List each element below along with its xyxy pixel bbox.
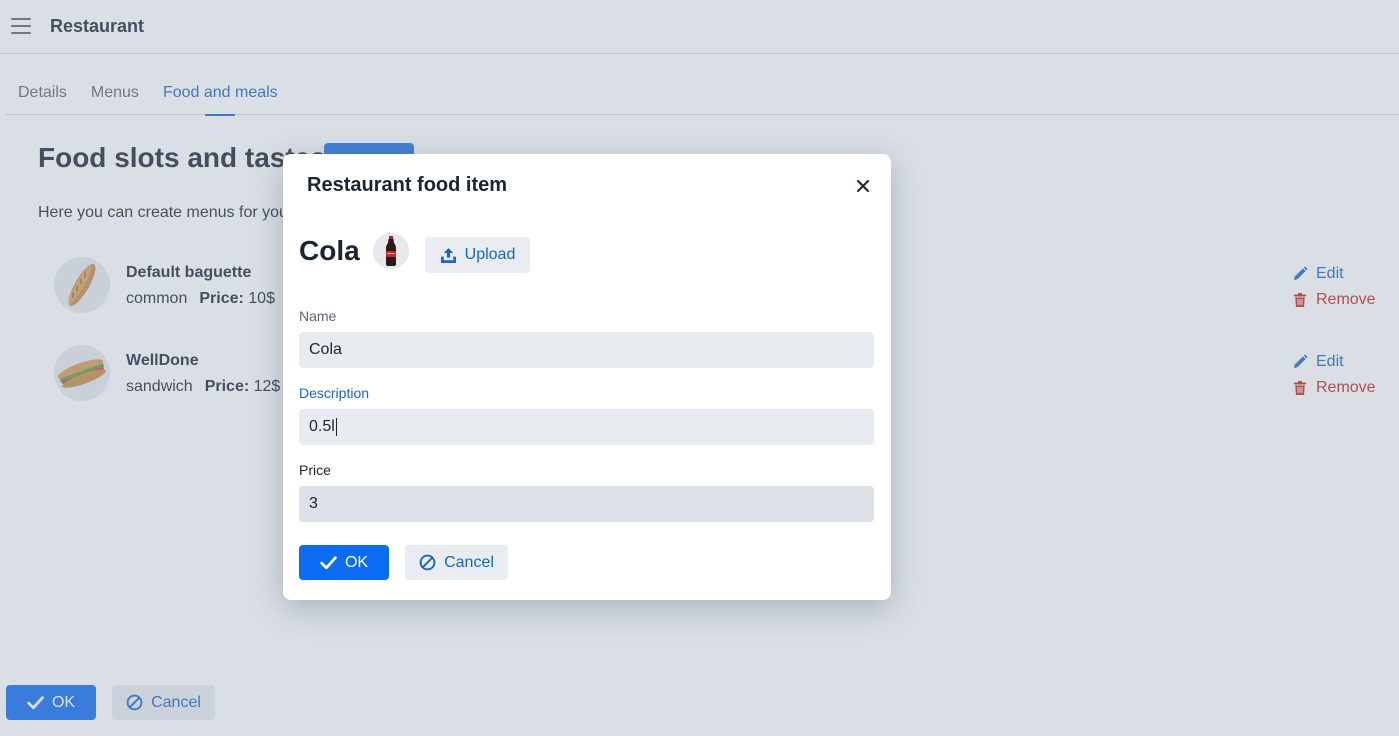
price-field: Price 3: [299, 462, 874, 522]
cancel-label: Cancel: [444, 553, 494, 571]
name-label: Name: [299, 308, 337, 324]
food-item-dialog: Restaurant food item Cola Upload Name Co…: [283, 154, 891, 600]
price-input[interactable]: 3: [299, 486, 874, 522]
upload-label: Upload: [464, 246, 516, 263]
price-label: Price: [299, 462, 331, 478]
checkmark-icon: [320, 556, 337, 570]
ban-icon: [419, 554, 436, 571]
description-label: Description: [299, 385, 370, 401]
upload-button[interactable]: Upload: [425, 237, 530, 273]
description-input[interactable]: 0.5l: [299, 409, 874, 445]
description-field: Description 0.5l: [299, 385, 874, 445]
name-field: Name Cola: [299, 308, 874, 368]
description-value: 0.5l: [309, 418, 335, 435]
dialog-ok-button[interactable]: OK: [299, 545, 389, 580]
dialog-cancel-button[interactable]: Cancel: [405, 545, 508, 580]
ok-label: OK: [344, 553, 369, 571]
dialog-title: Restaurant food item: [307, 174, 508, 196]
text-caret: [335, 418, 337, 436]
cola-bottle-icon: [373, 233, 409, 269]
name-input[interactable]: Cola: [299, 332, 874, 368]
dialog-actions: OK Cancel: [299, 545, 508, 580]
upload-icon: [440, 247, 456, 263]
name-value: Cola: [309, 341, 342, 358]
close-icon[interactable]: [853, 176, 873, 196]
item-name-heading: Cola: [299, 235, 360, 266]
price-value: 3: [309, 495, 318, 512]
